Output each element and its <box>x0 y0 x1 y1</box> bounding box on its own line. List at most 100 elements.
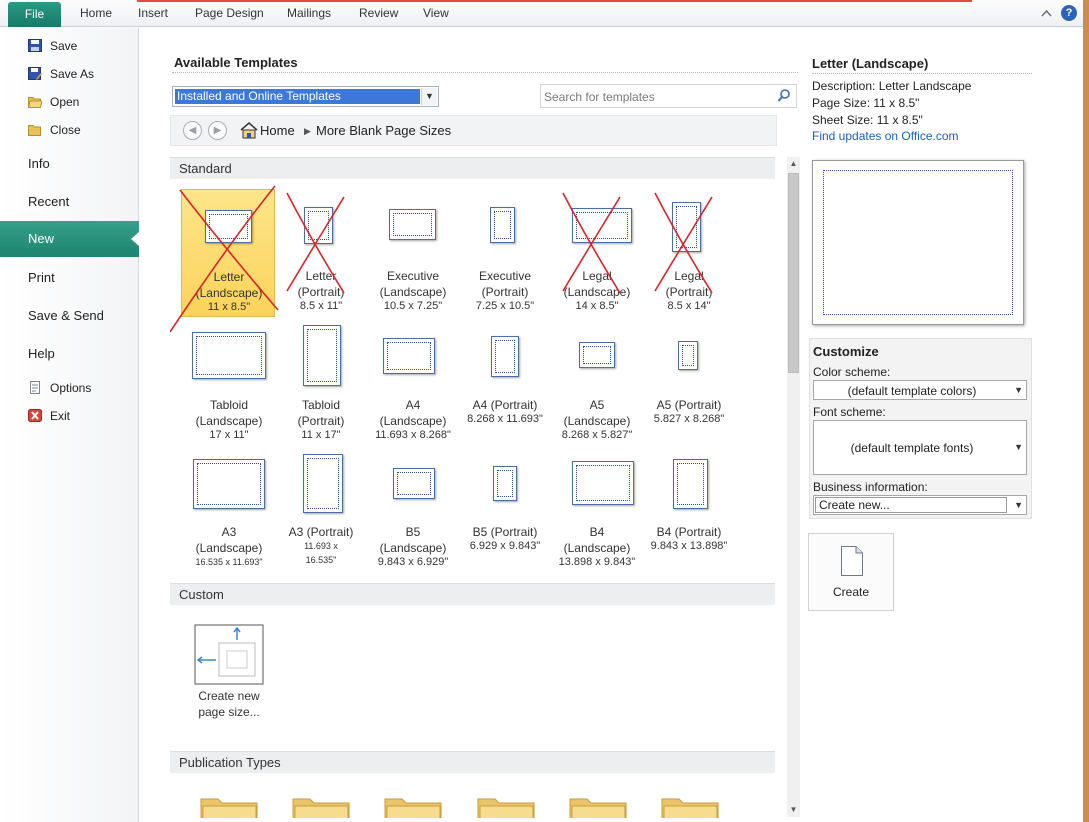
business-information-select[interactable]: Create new... ▼ <box>813 495 1027 515</box>
template-dimensions: 6.929 x 9.843" <box>469 540 541 552</box>
template-tile[interactable]: A5 (Portrait) 5.827 x 8.268" <box>642 319 736 447</box>
backstage-tab-info[interactable]: Info <box>28 156 50 171</box>
template-page-thumbnail <box>572 461 634 505</box>
template-name: Letter (Landscape) <box>195 270 263 300</box>
gallery-scrollbar[interactable]: ▲ ▼ <box>787 157 800 817</box>
business-information-label: Business information: <box>813 480 928 494</box>
template-page-thumbnail <box>205 210 252 243</box>
template-tile[interactable]: Executive (Portrait) 7.25 x 10.5" <box>458 189 552 317</box>
tab-insert[interactable]: Insert <box>138 6 168 20</box>
options-icon <box>30 381 40 394</box>
back-arrow-icon[interactable]: ◀ <box>183 121 202 140</box>
backstage-tab-help[interactable]: Help <box>28 346 55 361</box>
breadcrumb-separator-icon: ▶ <box>304 126 311 136</box>
template-tile[interactable]: Letter (Portrait) 8.5 x 11" <box>274 189 368 317</box>
template-name: Letter (Portrait) <box>297 269 345 299</box>
search-icon[interactable] <box>777 88 791 104</box>
template-tile[interactable]: Executive (Landscape) 10.5 x 7.25" <box>366 189 460 317</box>
backstage-nav: Save Save As Open Close Info Recent New … <box>0 28 140 822</box>
folder-icon[interactable] <box>661 796 719 818</box>
color-scheme-value: (default template colors) <box>847 384 977 398</box>
chevron-down-icon[interactable]: ▼ <box>1014 442 1023 452</box>
template-search-input[interactable]: Search for templates <box>540 84 797 108</box>
group-header-label: Custom <box>179 587 224 602</box>
chevron-down-icon[interactable]: ▼ <box>1014 385 1023 395</box>
folder-icon[interactable] <box>477 796 535 818</box>
tab-review[interactable]: Review <box>359 6 398 20</box>
publisher-window: File Home Insert Page Design Mailings Re… <box>0 0 1083 822</box>
template-name: Tabloid (Portrait) <box>297 398 345 428</box>
close-label: Close <box>50 123 81 137</box>
tab-file[interactable]: File <box>8 2 61 27</box>
backstage-tab-new[interactable]: New <box>0 221 140 257</box>
chevron-down-icon[interactable]: ▼ <box>1014 500 1023 510</box>
folder-icon[interactable] <box>200 796 258 818</box>
group-header-label: Publication Types <box>179 755 281 770</box>
template-tile[interactable]: A3 (Landscape) 16.535 x 11.693" <box>182 448 276 576</box>
folder-icon[interactable] <box>384 796 442 818</box>
template-dimensions: 11 x 8.5" <box>207 301 251 313</box>
tab-view[interactable]: View <box>423 6 449 20</box>
template-tile[interactable]: Tabloid (Portrait) 11 x 17" <box>274 319 368 447</box>
scrollbar-thumb[interactable] <box>788 173 799 373</box>
scroll-up-icon[interactable]: ▲ <box>787 157 800 171</box>
title-divider <box>172 72 798 73</box>
template-source-select[interactable]: Installed and Online Templates ▼ <box>172 86 439 107</box>
template-name: A3 (Landscape) <box>195 525 263 555</box>
template-tile[interactable]: Legal (Portrait) 8.5 x 14" <box>642 189 736 317</box>
template-page-thumbnail <box>393 468 435 499</box>
tab-home[interactable]: Home <box>80 6 112 20</box>
find-updates-link[interactable]: Find updates on Office.com <box>812 129 959 143</box>
chevron-down-icon[interactable]: ▼ <box>421 88 437 105</box>
template-page-thumbnail <box>193 459 265 509</box>
font-scheme-select[interactable]: (default template fonts) ▼ <box>813 420 1027 475</box>
template-page-thumbnail <box>678 341 698 370</box>
template-tile[interactable]: B5 (Landscape) 9.843 x 6.929" <box>366 448 460 576</box>
folder-icon[interactable] <box>569 796 627 818</box>
template-dimensions: 7.25 x 10.5" <box>475 300 535 312</box>
tab-mailings[interactable]: Mailings <box>287 6 331 20</box>
group-header-custom[interactable]: Custom <box>170 583 775 605</box>
template-description: Description: Letter Landscape <box>812 79 972 93</box>
template-dimensions: 8.268 x 11.693" <box>467 413 543 425</box>
breadcrumb-current: More Blank Page Sizes <box>316 123 452 138</box>
template-tile[interactable]: B4 (Portrait) 9.843 x 13.898" <box>642 448 736 576</box>
template-name: Executive (Landscape) <box>379 269 447 299</box>
backstage-tab-print[interactable]: Print <box>28 270 55 285</box>
minimize-ribbon-icon[interactable] <box>1041 8 1052 18</box>
selected-template-title: Letter (Landscape) <box>812 56 929 71</box>
create-button[interactable]: Create <box>808 533 894 611</box>
template-dimensions: 17 x 11" <box>209 429 249 441</box>
template-name: Legal (Portrait) <box>665 269 713 299</box>
group-header-standard[interactable]: Standard <box>170 157 775 179</box>
template-tile[interactable]: A5 (Landscape) 8.268 x 5.827" <box>550 319 644 447</box>
create-new-page-size-tile[interactable]: Create new page size... <box>182 620 276 726</box>
font-scheme-value: (default template fonts) <box>850 441 974 455</box>
template-dimensions: 14 x 8.5" <box>575 300 619 312</box>
template-tile[interactable]: B5 (Portrait) 6.929 x 9.843" <box>458 448 552 576</box>
template-tile[interactable]: Legal (Landscape) 14 x 8.5" <box>550 189 644 317</box>
template-tile[interactable]: B4 (Landscape) 13.898 x 9.843" <box>550 448 644 576</box>
breadcrumb-home[interactable]: Home <box>260 123 295 138</box>
template-page-thumbnail <box>303 454 343 513</box>
template-tile[interactable]: Letter (Landscape) 11 x 8.5" <box>170 185 279 332</box>
home-icon[interactable] <box>240 122 258 139</box>
scroll-down-icon[interactable]: ▼ <box>787 803 800 817</box>
template-tile[interactable]: Tabloid (Landscape) 17 x 11" <box>182 319 276 447</box>
tab-page-design[interactable]: Page Design <box>195 6 264 20</box>
backstage-tab-save-send[interactable]: Save & Send <box>28 308 104 323</box>
help-icon[interactable]: ? <box>1061 5 1077 21</box>
template-sheet-size: Sheet Size: 11 x 8.5" <box>812 113 923 127</box>
color-scheme-label: Color scheme: <box>813 365 891 379</box>
backstage-tab-recent[interactable]: Recent <box>28 194 69 209</box>
template-tile[interactable]: A4 (Portrait) 8.268 x 11.693" <box>458 319 552 447</box>
template-name: Tabloid (Landscape) <box>195 398 263 428</box>
details-divider <box>812 73 1032 74</box>
group-header-publication-types[interactable]: Publication Types <box>170 751 775 773</box>
forward-arrow-icon[interactable]: ▶ <box>208 121 227 140</box>
create-label: Create <box>832 585 870 599</box>
template-tile[interactable]: A3 (Portrait) 11.693 x 16.535" <box>274 448 368 576</box>
template-tile[interactable]: A4 (Landscape) 11.693 x 8.268" <box>366 319 460 447</box>
folder-icon[interactable] <box>292 796 350 818</box>
color-scheme-select[interactable]: (default template colors) ▼ <box>813 380 1027 400</box>
